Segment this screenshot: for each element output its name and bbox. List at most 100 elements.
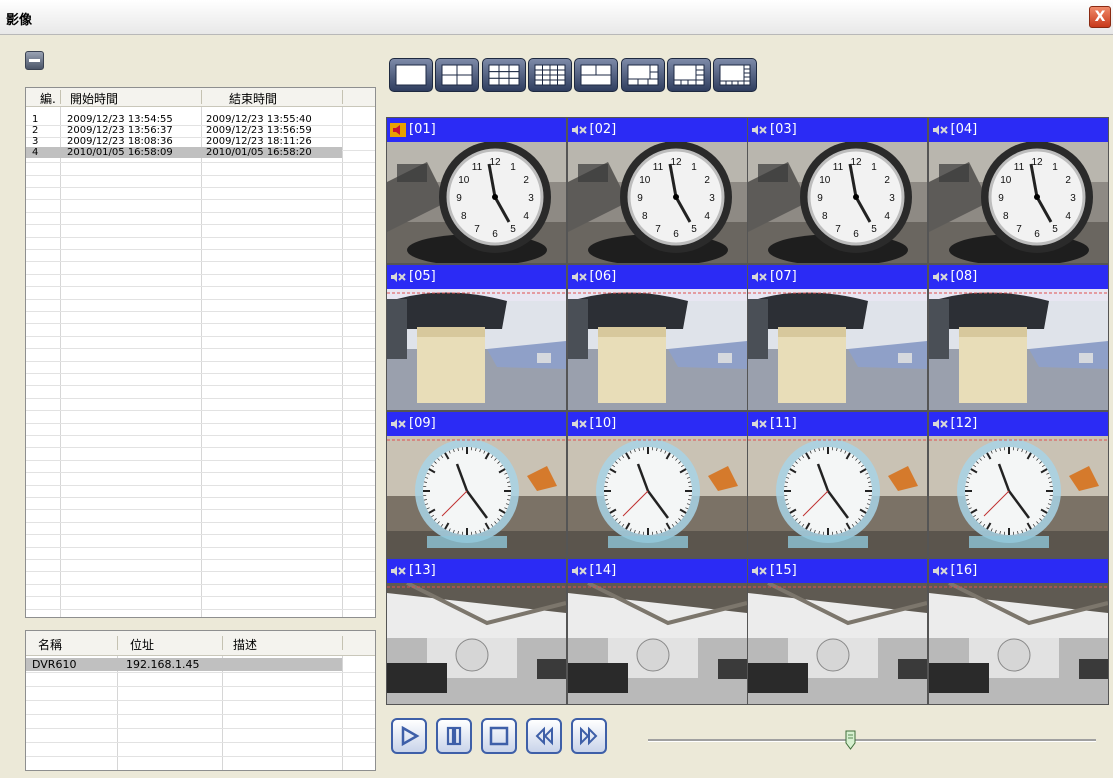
playback-slider-track[interactable] <box>648 739 1096 742</box>
speaker-muted-icon[interactable] <box>932 123 948 137</box>
layout-3x3-button[interactable] <box>481 58 526 92</box>
speaker-muted-icon[interactable] <box>932 417 948 431</box>
channel-label: [14] <box>589 563 617 578</box>
column-header-description[interactable]: 描述 <box>233 636 257 653</box>
video-tile[interactable]: [16] <box>927 558 1109 705</box>
video-tile[interactable]: [03] 12 1 2 3 4 5 6 7 8 9 10 11 <box>747 117 928 264</box>
svg-text:4: 4 <box>523 211 529 222</box>
camera-feed-image: 12 12 3 45 6 78 9 1011 <box>928 142 1108 263</box>
rewind-button[interactable] <box>526 718 562 754</box>
speaker-icon[interactable] <box>390 123 406 137</box>
window-title: 影像 <box>6 13 33 28</box>
svg-text:1: 1 <box>510 162 516 173</box>
speaker-muted-icon[interactable] <box>571 417 587 431</box>
speaker-muted-icon[interactable] <box>571 270 587 284</box>
recording-row[interactable]: 1 2009/12/23 13:54:55 2009/12/23 13:55:40 <box>26 114 342 125</box>
device-row[interactable]: DVR610 192.168.1.45 <box>26 658 342 671</box>
speaker-muted-icon[interactable] <box>390 564 406 578</box>
recording-number: 3 <box>32 136 39 147</box>
svg-text:10: 10 <box>1000 175 1012 186</box>
device-name: DVR610 <box>32 658 77 671</box>
svg-text:7: 7 <box>835 224 841 235</box>
svg-text:1: 1 <box>871 162 877 173</box>
channel-label: [04] <box>950 122 978 137</box>
video-tile[interactable]: [08] <box>927 264 1109 411</box>
pause-button[interactable] <box>436 718 472 754</box>
svg-text:5: 5 <box>871 224 877 235</box>
layout-4x4-icon <box>534 64 566 86</box>
layout-1plus9-icon <box>673 64 705 86</box>
layout-1plus5-button[interactable] <box>574 58 619 92</box>
play-button[interactable] <box>391 718 427 754</box>
svg-text:2: 2 <box>1065 175 1071 186</box>
video-tile[interactable]: [10] <box>566 411 748 558</box>
layout-1plus7-button[interactable] <box>620 58 665 92</box>
video-tile[interactable]: [15] <box>747 558 928 705</box>
speaker-muted-icon[interactable] <box>751 564 767 578</box>
channel-label: [06] <box>589 269 617 284</box>
recording-row[interactable]: 3 2009/12/23 18:08:36 2009/12/23 18:11:26 <box>26 136 342 147</box>
recording-end-time: 2009/12/23 18:11:26 <box>206 136 312 147</box>
layout-1plus9-button[interactable] <box>666 58 711 92</box>
speaker-muted-icon[interactable] <box>932 564 948 578</box>
video-tile[interactable]: [07] <box>747 264 928 411</box>
svg-text:6: 6 <box>853 229 859 240</box>
speaker-muted-icon[interactable] <box>571 123 587 137</box>
collapse-panel-button[interactable] <box>25 51 44 70</box>
channel-title-bar: [09] <box>387 412 566 436</box>
layout-1x1-button[interactable] <box>389 58 433 92</box>
speaker-muted-icon[interactable] <box>751 123 767 137</box>
svg-text:7: 7 <box>655 224 661 235</box>
playback-slider-thumb[interactable] <box>845 730 856 750</box>
speaker-muted-icon[interactable] <box>390 417 406 431</box>
svg-text:12: 12 <box>489 157 501 168</box>
video-tile[interactable]: [04] 12 1 2 3 4 5 6 7 8 9 10 11 <box>927 117 1109 264</box>
channel-title-bar: [01] <box>387 118 566 142</box>
recording-row[interactable]: 4 2010/01/05 16:58:09 2010/01/05 16:58:20 <box>26 147 342 158</box>
fast-forward-button[interactable] <box>571 718 607 754</box>
close-icon: X <box>1094 9 1106 25</box>
svg-text:3: 3 <box>709 193 715 204</box>
stop-button[interactable] <box>481 718 517 754</box>
video-tile[interactable]: [09] <box>386 411 567 558</box>
channel-label: [13] <box>409 563 436 578</box>
layout-2x2-icon <box>441 64 473 86</box>
speaker-muted-icon[interactable] <box>751 417 767 431</box>
recording-row[interactable]: 2 2009/12/23 13:56:37 2009/12/23 13:56:59 <box>26 125 342 136</box>
video-tile[interactable]: [06] <box>566 264 748 411</box>
layout-4x4-button[interactable] <box>527 58 572 92</box>
column-header-address[interactable]: 位址 <box>130 636 154 653</box>
layout-2x2-button[interactable] <box>435 58 480 92</box>
layout-1plus12-button[interactable] <box>713 58 758 92</box>
column-header-name[interactable]: 名稱 <box>38 636 62 653</box>
svg-text:9: 9 <box>817 193 823 204</box>
video-tile[interactable]: [11] <box>747 411 928 558</box>
speaker-muted-icon[interactable] <box>390 270 406 284</box>
video-tile[interactable]: [12] <box>927 411 1109 558</box>
recording-number: 4 <box>32 147 39 158</box>
video-tile[interactable]: [05] <box>386 264 567 411</box>
video-tile[interactable]: [13] <box>386 558 567 705</box>
column-header-end-time[interactable]: 結束時間 <box>229 90 277 107</box>
channel-label: [05] <box>409 269 436 284</box>
camera-feed-image <box>567 289 747 410</box>
channel-label: [11] <box>770 416 797 431</box>
speaker-muted-icon[interactable] <box>932 270 948 284</box>
column-header-number[interactable]: 編. <box>40 90 56 107</box>
video-tile[interactable]: [01] 12 1 2 3 4 5 6 7 8 9 10 11 <box>386 117 567 264</box>
speaker-muted-icon[interactable] <box>751 270 767 284</box>
channel-label: [03] <box>770 122 797 137</box>
svg-text:12: 12 <box>670 157 682 168</box>
channel-title-bar: [12] <box>928 412 1108 436</box>
video-tile[interactable]: [02] 12 1 2 3 4 5 6 7 8 9 10 11 <box>566 117 748 264</box>
close-button[interactable]: X <box>1089 6 1111 28</box>
svg-text:1: 1 <box>1052 162 1058 173</box>
column-header-start-time[interactable]: 開始時間 <box>70 90 118 107</box>
camera-feed-image <box>748 583 927 704</box>
video-tile[interactable]: [14] <box>566 558 748 705</box>
recording-end-time: 2009/12/23 13:55:40 <box>206 114 312 125</box>
fast-forward-icon <box>580 726 598 746</box>
svg-text:4: 4 <box>884 211 890 222</box>
speaker-muted-icon[interactable] <box>571 564 587 578</box>
camera-feed-image <box>928 436 1108 557</box>
